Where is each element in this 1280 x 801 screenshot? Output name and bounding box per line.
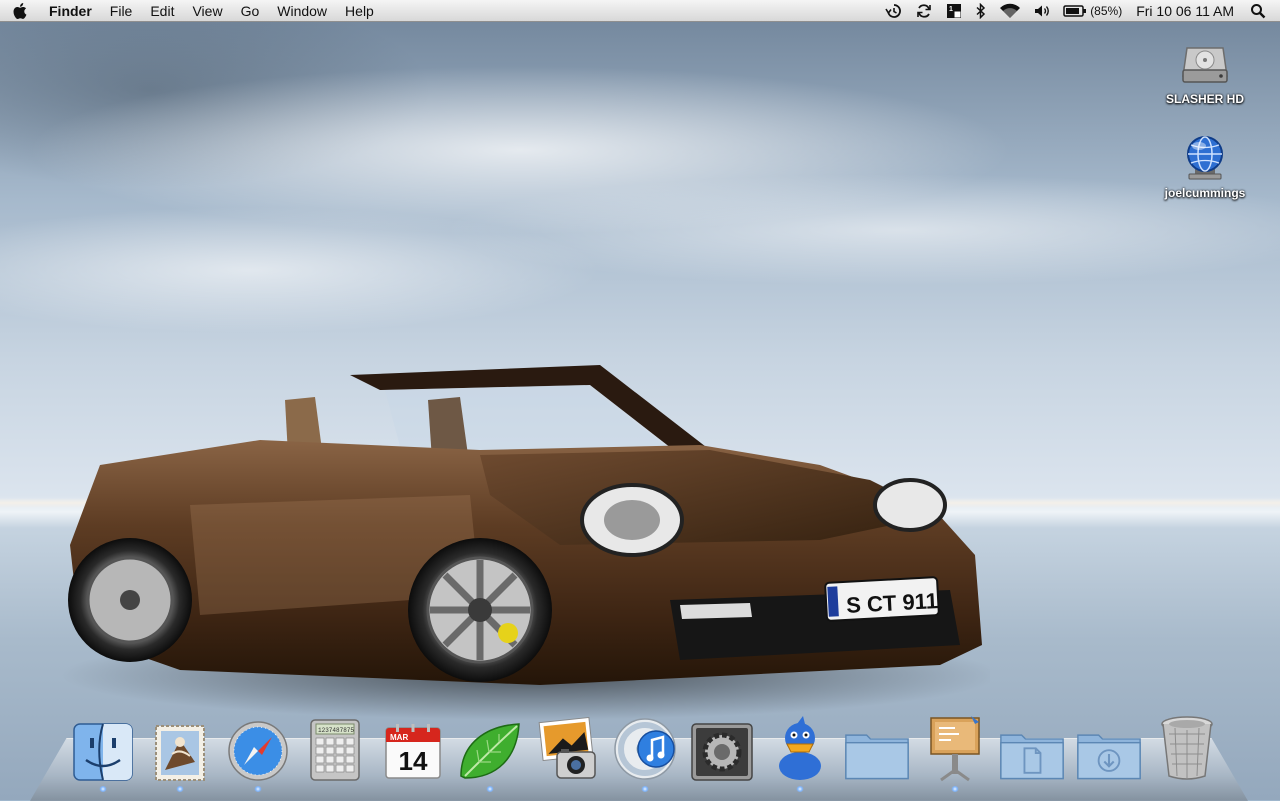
menu-file[interactable]: File: [101, 0, 142, 22]
running-indicator: [253, 786, 262, 792]
dock-item-itunes[interactable]: [612, 706, 678, 792]
desktop-icon-joelcummings[interactable]: joelcummings: [1150, 132, 1260, 200]
svg-text:1: 1: [949, 6, 953, 13]
dock-item-iphoto[interactable]: [535, 706, 601, 782]
safari-icon: [228, 721, 288, 781]
calculator-icon: 1237487875: [310, 719, 361, 781]
hard-drive-icon: [1182, 47, 1228, 83]
dock-item-system-preferences[interactable]: [689, 706, 755, 782]
dock-item-keynote[interactable]: [922, 706, 988, 792]
iphoto-icon: [538, 716, 596, 779]
documents-folder-icon: [1000, 734, 1064, 780]
applications-folder-icon: [845, 734, 910, 780]
running-indicator: [640, 786, 649, 792]
time-machine-icon: [885, 3, 902, 18]
spotlight-search-icon: [1251, 3, 1266, 18]
menu-edit[interactable]: Edit: [141, 0, 183, 22]
desktop-icon-slasher-hd[interactable]: SLASHER HD: [1150, 38, 1260, 106]
dock: 1237487875 MAR 14: [70, 702, 1220, 792]
menu-window[interactable]: Window: [268, 0, 336, 22]
volume-menu[interactable]: [1027, 0, 1057, 22]
menu-clock[interactable]: Fri 10 06 11 AM: [1128, 3, 1244, 19]
finder-icon: [73, 723, 133, 781]
battery-icon: [1063, 4, 1087, 17]
wifi-icon: [1000, 3, 1021, 18]
dock-item-calculator[interactable]: 1237487875: [302, 706, 368, 782]
sync-menu[interactable]: [909, 0, 939, 22]
ical-day-text: 14: [398, 746, 427, 776]
dock-item-documents-folder[interactable]: [999, 706, 1065, 782]
itunes-icon: [614, 718, 676, 780]
ical-month-text: MAR: [390, 733, 408, 742]
adium-duck-icon: [778, 716, 821, 780]
running-indicator: [950, 786, 959, 792]
trash-icon: [1161, 716, 1213, 780]
ical-icon: MAR 14: [384, 724, 441, 779]
desktop-icon-label: SLASHER HD: [1165, 92, 1244, 106]
menu-bar: Finder File Edit View Go Window Help 1 (…: [0, 0, 1280, 22]
desktop-icon-label: joelcummings: [1164, 186, 1246, 200]
mail-icon: [155, 725, 206, 781]
downloads-folder-icon: [1077, 734, 1142, 780]
battery-percentage: (85%): [1090, 3, 1123, 18]
bluetooth-icon: [976, 2, 986, 19]
spaces-icon: 1: [947, 3, 962, 18]
wifi-menu[interactable]: [993, 0, 1027, 22]
time-machine-menu[interactable]: [879, 0, 909, 22]
battery-menu[interactable]: (85%): [1057, 0, 1128, 22]
apple-logo-icon: [13, 2, 27, 19]
menu-extras: 1 (85%) Fri 10 06 11 AM: [879, 0, 1280, 22]
leaf-icon: [460, 723, 520, 779]
volume-icon: [1035, 5, 1050, 16]
menu-help[interactable]: Help: [336, 0, 383, 22]
dock-item-applications-folder[interactable]: [844, 706, 910, 782]
dock-item-ical[interactable]: MAR 14: [380, 706, 446, 782]
sync-icon: [917, 3, 931, 18]
system-preferences-icon: [691, 723, 754, 781]
menu-view[interactable]: View: [183, 0, 231, 22]
spotlight-button[interactable]: [1244, 0, 1272, 22]
menu-go[interactable]: Go: [232, 0, 269, 22]
bluetooth-menu[interactable]: [969, 0, 993, 22]
dock-item-adium[interactable]: [767, 706, 833, 792]
dock-item-mail[interactable]: [147, 706, 213, 792]
spaces-menu[interactable]: 1: [939, 0, 969, 22]
dock-item-finder[interactable]: [70, 706, 136, 792]
dock-item-leaf[interactable]: [457, 706, 523, 792]
network-share-icon: [1187, 136, 1223, 180]
wallpaper-car: S CT 911: [60, 365, 990, 720]
calculator-display-text: 1237487875: [318, 727, 354, 734]
running-indicator: [795, 786, 804, 792]
running-indicator: [99, 786, 107, 792]
dock-item-trash[interactable]: [1154, 706, 1220, 782]
dock-item-downloads-folder[interactable]: [1076, 706, 1142, 782]
apple-menu-button[interactable]: [0, 0, 40, 22]
license-plate-text: S CT 911: [846, 588, 939, 618]
dock-item-safari[interactable]: [225, 706, 291, 792]
keynote-icon: [929, 716, 980, 782]
menu-app-finder[interactable]: Finder: [40, 0, 101, 22]
